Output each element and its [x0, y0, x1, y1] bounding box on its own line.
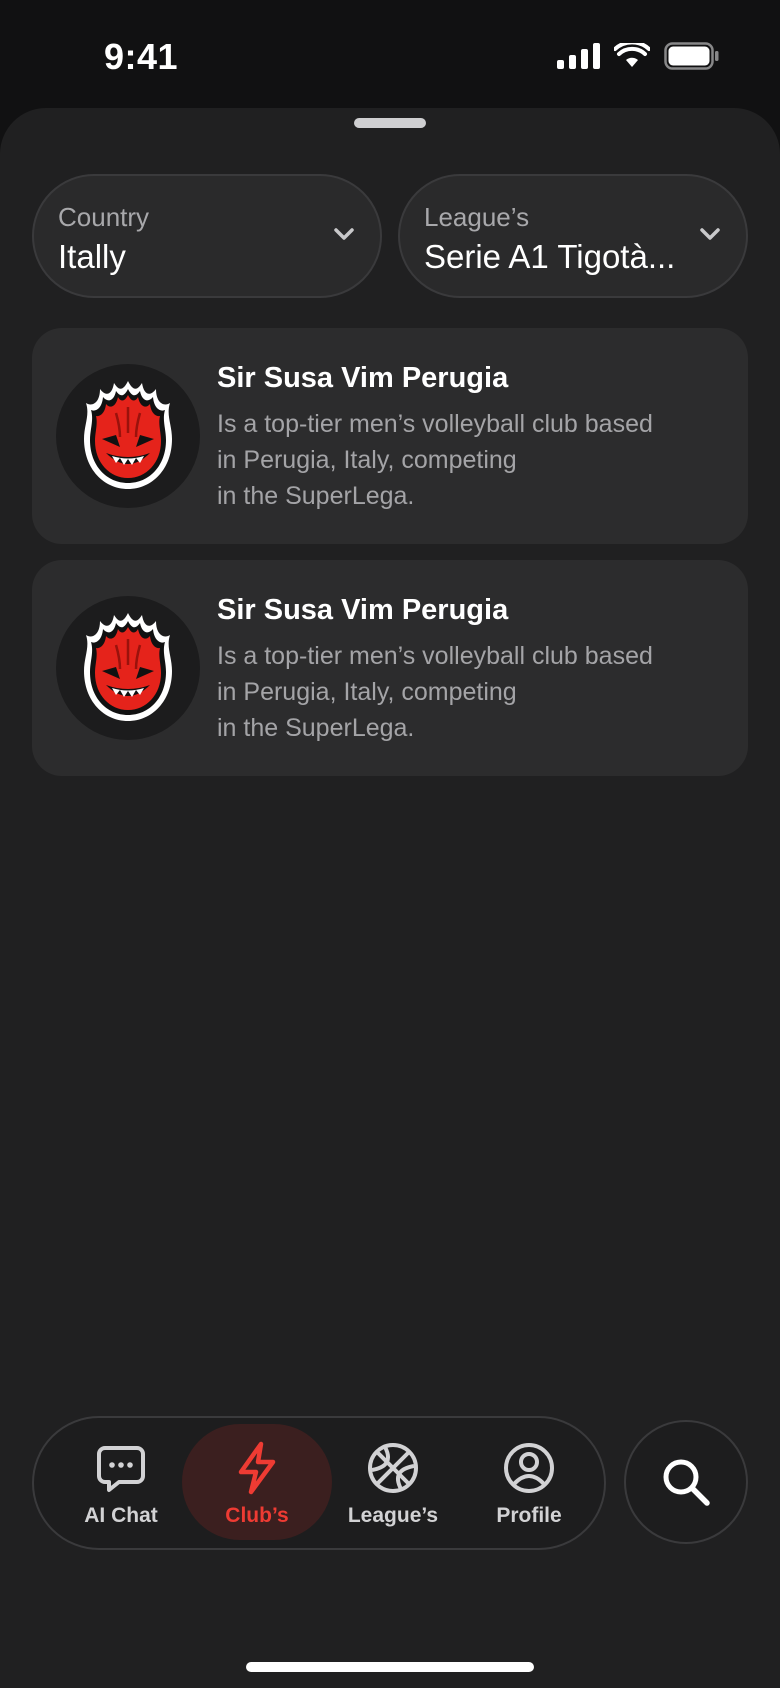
tab-ai-chat[interactable]: AI Chat	[46, 1426, 196, 1540]
flame-mascot-logo-icon	[84, 613, 172, 721]
lightning-icon	[238, 1441, 276, 1495]
country-value: Itally	[58, 238, 126, 275]
club-description-line: in the SuperLega.	[217, 482, 415, 510]
search-button[interactable]	[624, 1420, 748, 1544]
club-description-line: in the SuperLega.	[217, 714, 415, 742]
club-description-line: Is a top-tier men’s volleyball club base…	[217, 410, 653, 438]
club-name: Sir Susa Vim Perugia	[217, 362, 509, 394]
flame-mascot-logo-icon	[84, 381, 172, 489]
tab-leagues[interactable]: League’s	[318, 1426, 468, 1540]
club-logo	[56, 596, 200, 740]
chevron-down-icon	[334, 228, 354, 240]
club-description-line: in Perugia, Italy, competing	[217, 446, 517, 474]
club-card[interactable]: Sir Susa Vim Perugia Is a top-tier men’s…	[32, 560, 748, 776]
tab-label: AI Chat	[84, 1504, 158, 1527]
chevron-down-icon	[700, 228, 720, 240]
tab-clubs[interactable]: Club’s	[182, 1424, 332, 1540]
sheet-grabber[interactable]	[354, 118, 426, 128]
wifi-icon	[614, 43, 650, 67]
tab-bar: AI Chat Club’s League’s Profile	[32, 1416, 606, 1550]
battery-icon	[664, 42, 719, 70]
search-icon	[663, 1459, 710, 1506]
club-description: Is a top-tier men’s volleyball club base…	[217, 406, 717, 514]
tab-label: Profile	[496, 1504, 562, 1527]
league-label: League’s	[424, 202, 530, 232]
club-logo	[56, 364, 200, 508]
basketball-icon	[368, 1443, 418, 1493]
league-value: Serie A1 Tigotà...	[424, 238, 676, 275]
status-time: 9:41	[104, 36, 179, 77]
club-card[interactable]: Sir Susa Vim Perugia Is a top-tier men’s…	[32, 328, 748, 544]
country-label: Country	[58, 202, 150, 232]
user-circle-icon	[504, 1443, 554, 1493]
tab-profile[interactable]: Profile	[454, 1426, 604, 1540]
tab-label: League’s	[347, 1504, 439, 1527]
status-icons	[557, 42, 720, 70]
club-description-line: in Perugia, Italy, competing	[217, 678, 517, 706]
chat-bubble-icon	[97, 1446, 145, 1492]
home-indicator	[246, 1662, 534, 1672]
status-bar: 9:41	[0, 0, 780, 108]
league-dropdown[interactable]: League’s Serie A1 Tigotà...	[398, 174, 748, 298]
tab-label: Club’s	[225, 1504, 289, 1527]
club-name: Sir Susa Vim Perugia	[217, 594, 509, 626]
club-description-line: Is a top-tier men’s volleyball club base…	[217, 642, 653, 670]
country-dropdown[interactable]: Country Itally	[32, 174, 382, 298]
club-description: Is a top-tier men’s volleyball club base…	[217, 638, 717, 746]
cellular-signal-icon	[557, 43, 600, 69]
screen: 9:41 Country Itally League’s Serie A1 Ti…	[0, 0, 780, 1688]
